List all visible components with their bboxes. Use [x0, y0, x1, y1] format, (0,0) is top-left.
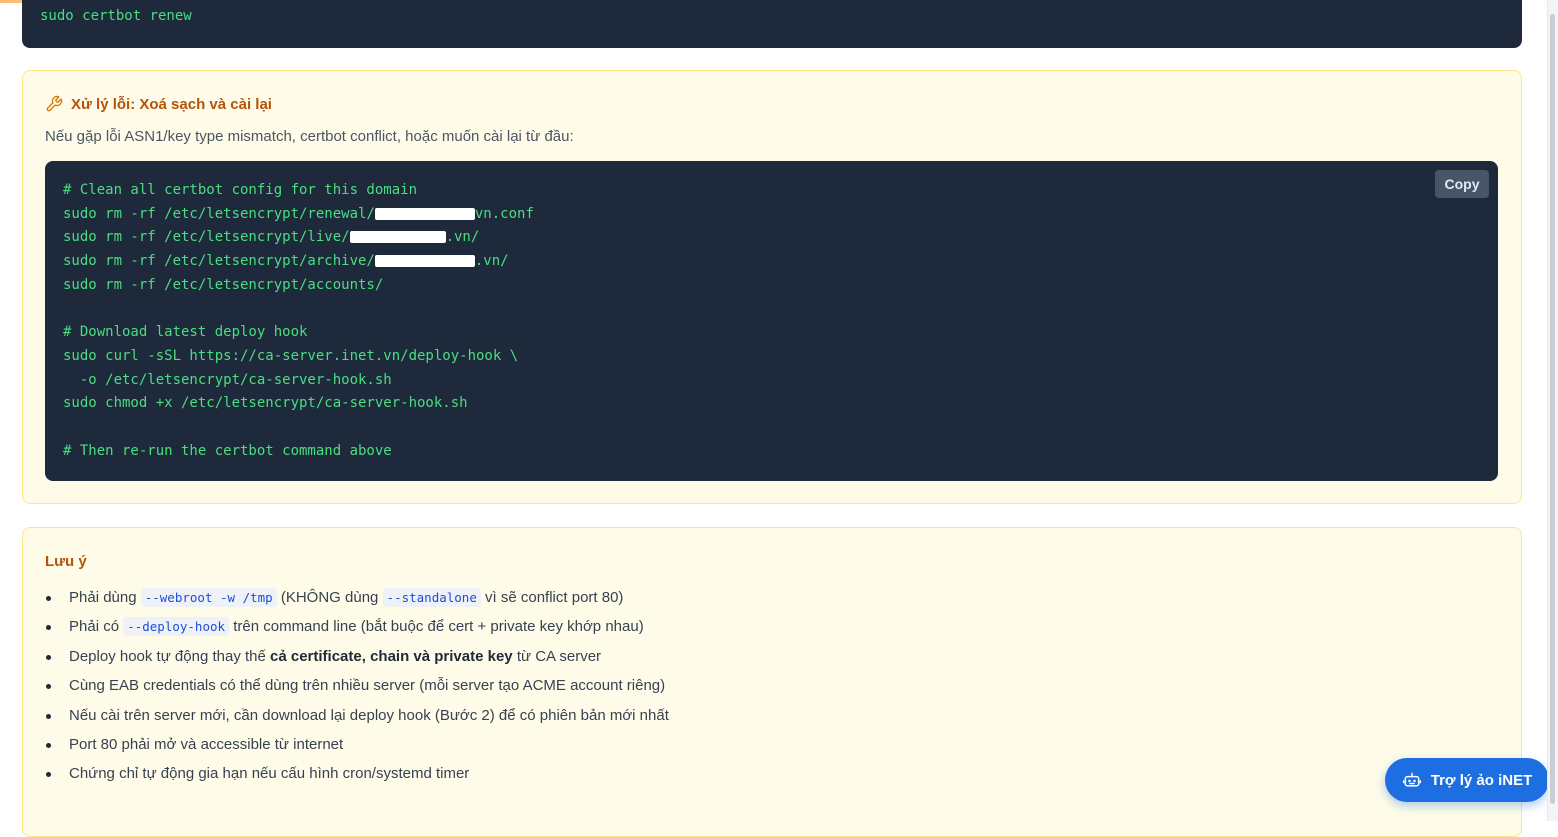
list-item: Chứng chỉ tự động gia hạn nếu cấu hình c… — [45, 762, 669, 791]
assistant-chat-button[interactable]: Trợ lý ảo iNET — [1385, 758, 1549, 802]
redacted-domain — [349, 231, 446, 244]
code-line: sudo curl -sSL https://ca-server.inet.vn… — [63, 347, 519, 364]
code-comment: # Download latest deploy hook — [63, 324, 308, 341]
code-line: sudo rm -rf /etc/letsencrypt/archive/ — [63, 253, 375, 270]
fix-error-card: Xử lý lỗi: Xoá sạch và cài lại Nếu gặp l… — [22, 70, 1522, 504]
list-item: Phải dùng --webroot -w /tmp (KHÔNG dùng … — [45, 586, 669, 615]
assistant-button-label: Trợ lý ảo iNET — [1430, 771, 1533, 789]
note-text: (KHÔNG dùng — [276, 589, 383, 606]
note-text: từ CA server — [512, 647, 602, 665]
list-item: Nếu cài trên server mới, cần download lạ… — [45, 704, 669, 733]
note-card: Lưu ý Phải dùng --webroot -w /tmp (KHÔNG… — [22, 527, 1522, 837]
redacted-domain — [374, 255, 475, 268]
code-line: sudo certbot renew — [40, 8, 192, 24]
note-text: Phải dùng — [69, 589, 141, 606]
redacted-domain — [374, 207, 475, 220]
code-line: -o /etc/letsencrypt/ca-server-hook.sh — [63, 371, 392, 388]
code-line: sudo chmod +x /etc/letsencrypt/ca-server… — [63, 395, 468, 412]
inline-code: --webroot -w /tmp — [140, 588, 277, 607]
note-text: Phải có — [69, 618, 124, 636]
fix-error-title-text: Xử lý lỗi: Xoá sạch và cài lại — [71, 95, 272, 113]
code-comment: # Clean all certbot config for this doma… — [63, 182, 418, 198]
copy-button[interactable]: Copy — [1435, 170, 1489, 198]
list-item: Deploy hook tự động thay thế cả certific… — [45, 645, 669, 674]
code-comment: # Then re-run the certbot command above — [63, 442, 392, 459]
code-line-suffix: .vn/ — [474, 253, 509, 270]
code-line-suffix: .vn/ — [445, 229, 480, 246]
fix-error-description: Nếu gặp lỗi ASN1/key type mismatch, cert… — [45, 128, 574, 145]
note-bold-text: cả certificate, chain và private key — [270, 647, 513, 665]
code-line: sudo rm -rf /etc/letsencrypt/live/ — [63, 229, 350, 246]
note-title: Lưu ý — [45, 553, 87, 570]
fix-error-code-block: Copy # Clean all certbot config for this… — [45, 161, 1498, 481]
code-line: sudo rm -rf /etc/letsencrypt/accounts/ — [63, 276, 384, 293]
note-text: Deploy hook tự động thay thế — [69, 647, 271, 665]
code-line-suffix: vn.conf — [474, 205, 534, 222]
wrench-icon — [46, 95, 63, 112]
note-text: vì sẽ conflict port 80) — [480, 589, 624, 606]
previous-code-block: sudo certbot renew — [22, 0, 1522, 48]
inline-code: --standalone — [382, 588, 481, 607]
code-content[interactable]: # Clean all certbot config for this doma… — [63, 179, 1480, 463]
scrollbar-thumb[interactable] — [1550, 14, 1555, 804]
list-item: Port 80 phải mở và accessible từ interne… — [45, 733, 669, 762]
inline-code: --deploy-hook — [123, 617, 230, 637]
list-item: Phải có --deploy-hook trên command line … — [45, 615, 669, 644]
robot-icon — [1402, 772, 1421, 787]
fix-error-title: Xử lý lỗi: Xoá sạch và cài lại — [45, 95, 272, 113]
note-list: Phải dùng --webroot -w /tmp (KHÔNG dùng … — [45, 586, 669, 792]
vertical-scrollbar[interactable] — [1547, 0, 1558, 821]
note-text: trên command line (bắt buộc để cert + pr… — [229, 618, 644, 636]
code-line: sudo rm -rf /etc/letsencrypt/renewal/ — [63, 205, 375, 222]
list-item: Cùng EAB credentials có thể dùng trên nh… — [45, 674, 669, 703]
